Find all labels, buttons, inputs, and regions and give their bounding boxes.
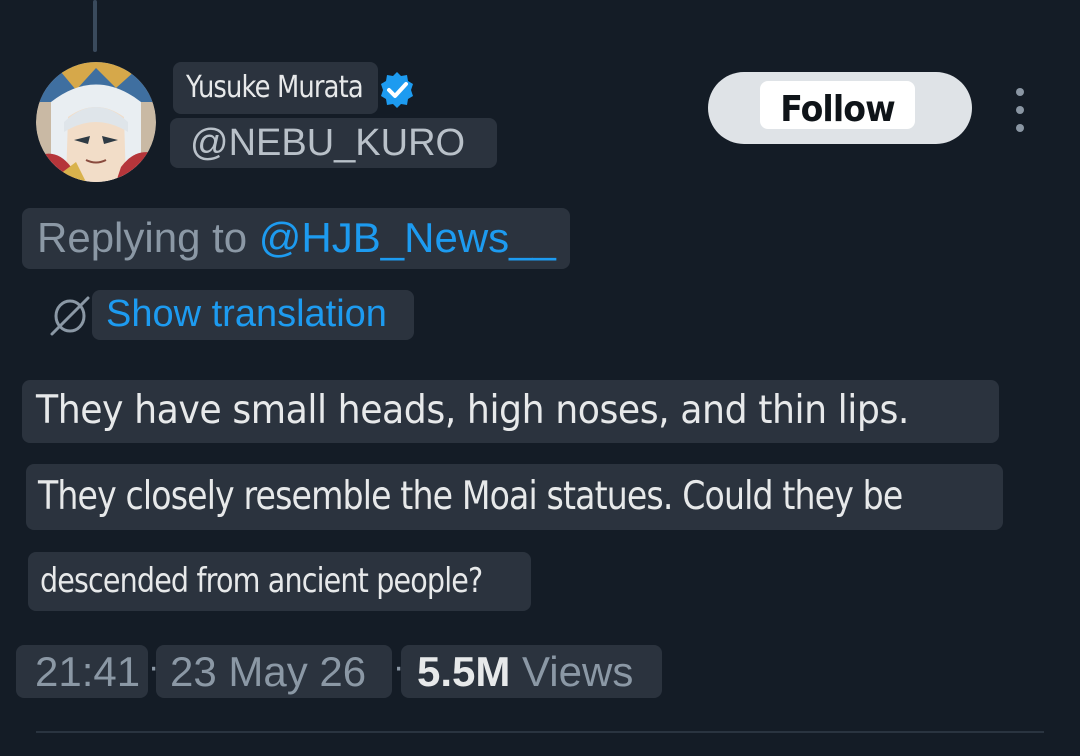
avatar[interactable] [36,62,156,182]
reply-mention-link[interactable]: @HJB_News__ [259,214,556,261]
meta-separator: · [148,648,160,686]
meta-separator: · [393,648,405,686]
follow-button[interactable]: Follow [708,72,972,144]
reply-prefix: Replying to [37,214,248,261]
reply-context: Replying to @HJB_News__ [37,214,556,262]
divider [36,731,1044,733]
translate-icon [50,296,90,336]
views-label: Views [522,648,634,695]
follow-label-highlight: Follow [760,81,915,130]
verified-badge-icon [381,72,413,108]
more-options-icon[interactable] [1008,88,1032,132]
tweet-text-line: They have small heads, high noses, and t… [36,388,909,433]
views-count-group[interactable]: 5.5M Views [417,648,633,696]
tweet-text-line: descended from ancient people? [40,561,483,601]
author-name[interactable]: Yusuke Murata [186,70,364,105]
thread-connector-line [93,0,97,52]
follow-label: Follow [780,89,896,130]
tweet-text-line: They closely resemble the Moai statues. … [38,474,903,519]
tweet-date[interactable]: 23 May 26 [170,648,366,696]
views-count: 5.5M [417,648,511,695]
author-handle[interactable]: @NEBU_KURO [190,122,465,165]
avatar-image [36,62,156,182]
tweet-time[interactable]: 21:41 [35,648,140,696]
show-translation-link[interactable]: Show translation [106,293,387,336]
